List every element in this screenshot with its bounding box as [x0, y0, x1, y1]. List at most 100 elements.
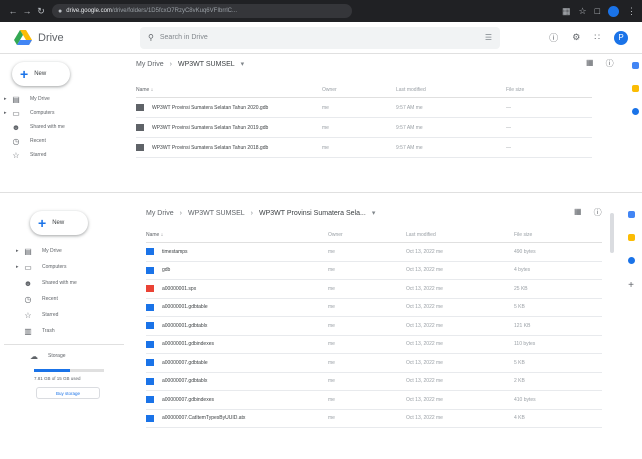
file-name-cell[interactable]: a00000007.CatItemTypesByUUID.atx [146, 414, 328, 422]
file-name-cell[interactable]: WP3WT Provinsi Sumatera Selatan Tahun 20… [136, 104, 322, 111]
grid-view-icon[interactable]: ▦ [574, 207, 582, 218]
file-name-cell[interactable]: WP3WT Provinsi Sumatera Selatan Tahun 20… [136, 124, 322, 131]
sidebar-item-computers[interactable]: ▸ ▭ Computers [0, 106, 128, 120]
table-row[interactable]: a00000007.gdbtable me Oct 13, 2022 me 5 KB [146, 354, 602, 373]
menu-icon[interactable]: ⋮ [627, 6, 636, 17]
sidebar-item-label: Recent [42, 296, 58, 302]
column-owner[interactable]: Owner [328, 232, 406, 238]
table-row[interactable]: a00000007.gdbindexes me Oct 13, 2022 me 410… [146, 391, 602, 410]
column-size[interactable]: File size [506, 87, 592, 93]
sidebar-item-label: Trash [42, 328, 55, 334]
storage-usage-text: 7.81 GB of 15 GB used [34, 376, 81, 381]
table-row[interactable]: a00000007.gdbtablx me Oct 13, 2022 me 2 KB [146, 373, 602, 391]
scrollbar-thumb[interactable] [610, 213, 614, 253]
buy-storage-button[interactable]: Buy storage [36, 387, 100, 399]
chevron-right-icon: › [169, 60, 172, 68]
sidebar-item-starred[interactable]: ☆ Starred [0, 148, 128, 162]
breadcrumb-item[interactable]: WP3WT SUMSEL [188, 210, 245, 217]
sidebar-item-my-drive[interactable]: ▸ ▤ My Drive [0, 92, 128, 106]
file-name: a00000007.gdbindexes [162, 396, 214, 403]
account-avatar[interactable]: P [614, 30, 628, 45]
file-name-cell[interactable]: WP3WT Provinsi Sumatera Selatan Tahun 20… [136, 144, 322, 151]
modified-cell: Oct 13, 2022 me [406, 341, 443, 348]
table-row[interactable]: a00000007.CatItemTypesByUUID.atx me Oct 13… [146, 410, 602, 428]
column-name[interactable]: Name ↓ [146, 232, 328, 238]
back-icon[interactable]: ← [6, 6, 20, 16]
sidebar-item-recent[interactable]: ◷ Recent [0, 134, 128, 148]
modified-cell: Oct 13, 2022 me [406, 285, 443, 292]
breadcrumb-current[interactable]: WP3WT SUMSEL [178, 61, 235, 68]
add-addon-icon[interactable]: + [628, 280, 634, 291]
file-icon [146, 303, 154, 311]
file-name-cell[interactable]: a00000007.gdbindexes [146, 396, 328, 404]
sidebar-item-trash[interactable]: ▥ Trash [0, 323, 128, 339]
help-icon[interactable]: ⓘ [549, 31, 558, 44]
file-name-cell[interactable]: gdb [146, 266, 328, 274]
search-bar[interactable]: ⚲ Search in Drive ☰ [140, 26, 500, 49]
search-options-icon[interactable]: ☰ [485, 33, 492, 42]
extensions-icon[interactable]: ▦ [562, 6, 571, 17]
sidebar-item-shared[interactable]: ☻ Shared with me [0, 120, 128, 134]
column-owner[interactable]: Owner [322, 87, 396, 93]
sidebar-item-computer[interactable]: ▸ ▭ Computers [0, 259, 128, 275]
breadcrumb-current[interactable]: WP3WT Provinsi Sumatera Sela... [259, 210, 366, 217]
reload-icon[interactable]: ↻ [34, 6, 48, 17]
drive-logo[interactable]: Drive [14, 30, 124, 45]
grid-view-icon[interactable]: ▦ [586, 58, 594, 69]
sidebar-item-label: Shared with me [42, 280, 77, 286]
table-row[interactable]: gdb me Oct 13, 2022 me 4 bytes [146, 262, 602, 280]
breadcrumb-item[interactable]: My Drive [136, 61, 164, 68]
table-row[interactable]: a00000001.gdbtable me Oct 13, 2022 me 5 KB [146, 299, 602, 317]
modified-cell: 9:57 AM me [396, 144, 423, 151]
chevron-down-icon[interactable]: ▾ [241, 60, 245, 68]
search-input[interactable]: Search in Drive [160, 34, 485, 41]
new-button[interactable]: + New [30, 211, 88, 235]
table-row[interactable]: WP3WT Provinsi Sumatera Selatan Tahun 20… [136, 118, 592, 138]
info-icon[interactable]: ⓘ [606, 58, 614, 69]
profile-avatar[interactable] [608, 5, 619, 17]
file-name-cell[interactable]: a00000001.gdbtable [146, 303, 328, 311]
new-button[interactable]: + New [12, 62, 70, 86]
file-name-cell[interactable]: a00000001.gdbtablx [146, 322, 328, 330]
sidebar-item-storage[interactable]: ☁ Storage [24, 349, 128, 363]
owner-cell: me [322, 104, 329, 111]
sidebar-item-drive[interactable]: ▸ ▤ My Drive [0, 243, 128, 259]
table-row[interactable]: a00000001.gdbtablx me Oct 13, 2022 me 121 K… [146, 317, 602, 336]
calendar-icon[interactable] [631, 62, 639, 69]
file-name-cell[interactable]: timestamps [146, 248, 328, 256]
column-name[interactable]: Name ↓ [136, 87, 322, 93]
column-modified[interactable]: Last modified [406, 232, 514, 238]
file-name-cell[interactable]: a00000007.gdbtablx [146, 377, 328, 385]
main-bottom: My Drive › WP3WT SUMSEL › WP3WT Provinsi… [146, 203, 381, 223]
new-button-label: New [34, 71, 47, 77]
column-modified[interactable]: Last modified [396, 87, 506, 93]
sidebar-item-clock[interactable]: ◷ Recent [0, 291, 128, 307]
column-size[interactable]: File size [514, 232, 602, 238]
info-icon[interactable]: ⓘ [594, 207, 602, 218]
calendar-icon[interactable] [627, 211, 635, 218]
apps-icon[interactable]: ∷ [594, 32, 600, 43]
table-row[interactable]: a00000001.gdbindexes me Oct 13, 2022 me 110… [146, 336, 602, 354]
file-name-cell[interactable]: a00000001.spx [146, 285, 328, 293]
chevron-down-icon[interactable]: ▾ [372, 209, 376, 217]
sidebar-item-people[interactable]: ☻ Shared with me [0, 275, 128, 291]
settings-icon[interactable]: ⚙ [572, 32, 580, 43]
table-row[interactable]: a00000001.spx me Oct 13, 2022 me 25 KB [146, 280, 602, 299]
address-bar[interactable]: ● drive.google.com /drive/folders/1D5fcx… [52, 4, 352, 18]
table-row[interactable]: WP3WT Provinsi Sumatera Selatan Tahun 20… [136, 98, 592, 118]
app-name: Drive [38, 31, 64, 44]
forward-icon[interactable]: → [20, 6, 34, 16]
keep-icon[interactable] [631, 85, 639, 92]
sidebar-item-star[interactable]: ☆ Starred [0, 307, 128, 323]
star-icon[interactable]: ☆ [578, 6, 586, 17]
tab-icon[interactable]: □ [595, 6, 600, 16]
tasks-icon[interactable] [631, 108, 639, 115]
tasks-icon[interactable] [627, 257, 635, 264]
file-name-cell[interactable]: a00000001.gdbindexes [146, 340, 328, 348]
breadcrumb-item[interactable]: My Drive [146, 210, 174, 217]
file-name-cell[interactable]: a00000007.gdbtable [146, 359, 328, 367]
search-icon[interactable]: ⚲ [148, 33, 154, 42]
table-row[interactable]: WP3WT Provinsi Sumatera Selatan Tahun 20… [136, 138, 592, 158]
table-row[interactable]: timestamps me Oct 13, 2022 me 490 bytes [146, 243, 602, 262]
keep-icon[interactable] [627, 234, 635, 241]
